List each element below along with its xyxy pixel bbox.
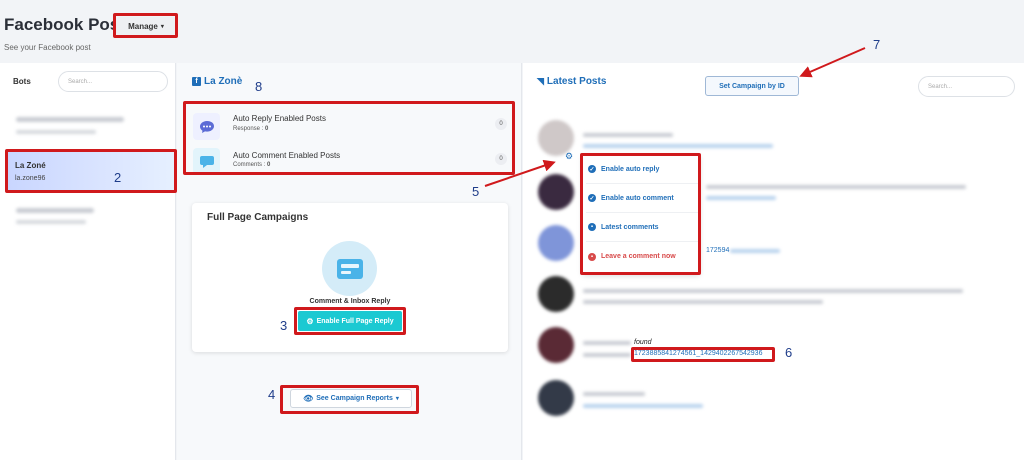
inbox-reply-icon	[322, 241, 377, 296]
post-avatar	[538, 327, 574, 363]
campaigns-title: Full Page Campaigns	[207, 212, 309, 223]
annotation-box-enabled-posts	[183, 101, 515, 175]
annotation-box-manage	[113, 13, 178, 38]
found-label: found	[634, 339, 652, 346]
annotation-box-bot	[5, 149, 177, 193]
latest-posts-heading: ◥ Latest Posts	[537, 76, 606, 87]
annotation-box-enable-reply	[294, 307, 406, 335]
latest-posts-title: Latest Posts	[546, 76, 607, 87]
campaigns-label: Comment & Inbox Reply	[309, 298, 391, 305]
annotation-number: 8	[255, 79, 263, 94]
page-subtitle: See your Facebook post	[4, 43, 91, 52]
bots-panel	[0, 63, 176, 460]
annotation-number: 2	[114, 170, 122, 185]
post-id-partial[interactable]: 172594	[706, 247, 729, 254]
annotation-box-menu	[580, 153, 701, 275]
annotation-number: 6	[785, 345, 793, 360]
annotation-number: 3	[280, 318, 288, 333]
post-avatar	[538, 225, 574, 261]
rss-icon: ◥	[537, 76, 544, 86]
annotation-box-post-id	[631, 347, 775, 362]
posts-search-input[interactable]: Search...	[918, 76, 1015, 97]
bots-search-input[interactable]: Search...	[58, 71, 168, 92]
page-name-heading: f La Zonè	[192, 76, 242, 87]
annotation-number: 7	[873, 37, 881, 52]
set-campaign-by-id-button[interactable]: Set Campaign by ID	[705, 76, 799, 96]
post-avatar	[538, 276, 574, 312]
annotation-number: 4	[268, 387, 276, 402]
post-avatar	[538, 174, 574, 210]
gear-icon[interactable]: ⚙	[565, 151, 573, 162]
facebook-icon: f	[192, 77, 201, 86]
page-name: La Zonè	[204, 76, 243, 87]
annotation-number: 5	[472, 184, 480, 199]
bots-label: Bots	[13, 77, 31, 86]
post-avatar	[538, 380, 574, 416]
annotation-box-reports	[280, 385, 419, 414]
